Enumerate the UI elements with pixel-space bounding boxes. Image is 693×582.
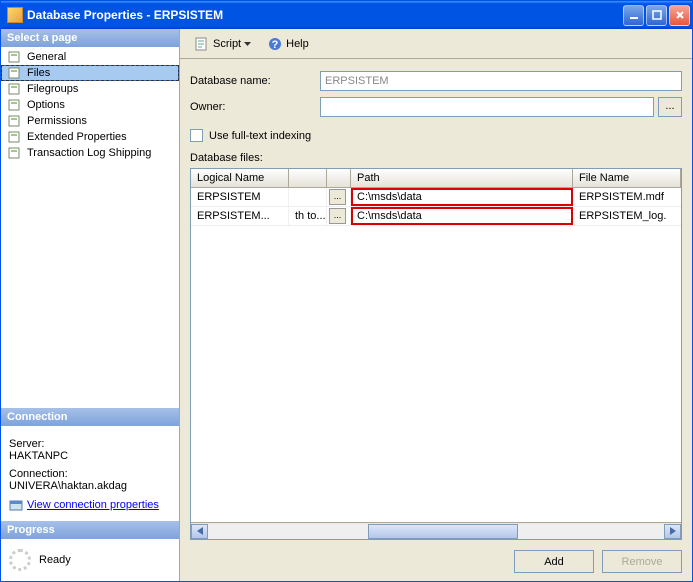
cell-filename[interactable]: ERPSISTEM.mdf (573, 191, 681, 203)
progress-spinner-icon (9, 549, 31, 571)
fulltext-label: Use full-text indexing (209, 130, 311, 142)
sidebar: Select a page General Files Filegroups O… (1, 29, 179, 581)
page-icon (7, 66, 23, 80)
sidebar-item-label: Files (27, 67, 50, 79)
cell-path[interactable]: C:\msds\data (351, 207, 573, 225)
main-panel: Script ? Help Database name: Owner: ... (179, 29, 692, 581)
page-icon (7, 82, 23, 96)
scroll-right-button[interactable] (664, 524, 681, 539)
fulltext-row: Use full-text indexing (190, 129, 682, 142)
server-value: HAKTANPC (9, 450, 171, 462)
script-label: Script (213, 38, 241, 50)
cell-filename[interactable]: ERPSISTEM_log. (573, 210, 681, 222)
view-connection-label: View connection properties (27, 499, 159, 511)
sidebar-item-filegroups[interactable]: Filegroups (1, 81, 179, 97)
page-icon (7, 50, 23, 64)
dbname-label: Database name: (190, 75, 320, 87)
page-icon (7, 130, 23, 144)
sidebar-item-options[interactable]: Options (1, 97, 179, 113)
minimize-button[interactable] (623, 5, 644, 26)
col-spacer2[interactable] (327, 169, 351, 187)
scroll-track[interactable] (208, 524, 664, 539)
select-page-header: Select a page (1, 29, 179, 47)
connection-value: UNIVERA\haktan.akdag (9, 480, 171, 492)
progress-status: Ready (39, 554, 71, 566)
progress-header: Progress (1, 521, 179, 539)
col-path[interactable]: Path (351, 169, 573, 187)
owner-row: Owner: ... (190, 97, 682, 117)
maximize-button[interactable] (646, 5, 667, 26)
view-connection-properties-link[interactable]: View connection properties (9, 498, 159, 512)
cell-path[interactable]: C:\msds\data (351, 188, 573, 206)
titlebar[interactable]: Database Properties - ERPSISTEM (1, 1, 692, 29)
connection-block: Server: HAKTANPC Connection: UNIVERA\hak… (1, 426, 179, 521)
fulltext-checkbox[interactable] (190, 129, 203, 142)
help-icon: ? (267, 36, 283, 52)
properties-icon (9, 498, 23, 512)
autogrow-browse-button[interactable]: ... (329, 208, 346, 224)
sidebar-item-label: General (27, 51, 66, 63)
table-row[interactable]: ERPSISTEM... th to... ... C:\msds\data E… (191, 207, 681, 226)
owner-field[interactable] (320, 97, 654, 117)
sidebar-item-permissions[interactable]: Permissions (1, 113, 179, 129)
table-row[interactable]: ERPSISTEM ... C:\msds\data ERPSISTEM.mdf (191, 188, 681, 207)
sidebar-item-transaction-log-shipping[interactable]: Transaction Log Shipping (1, 145, 179, 161)
sidebar-item-extended-properties[interactable]: Extended Properties (1, 129, 179, 145)
sidebar-item-label: Permissions (27, 115, 87, 127)
scroll-thumb[interactable] (368, 524, 518, 539)
owner-label: Owner: (190, 101, 320, 113)
col-logical-name[interactable]: Logical Name (191, 169, 289, 187)
script-icon (194, 36, 210, 52)
connection-label: Connection: (9, 468, 171, 480)
help-button[interactable]: ? Help (261, 34, 315, 54)
progress-block: Ready (1, 539, 179, 581)
window-title: Database Properties - ERPSISTEM (27, 8, 621, 22)
server-label: Server: (9, 438, 171, 450)
database-files-grid: Logical Name Path File Name ERPSISTEM ..… (190, 168, 682, 540)
window: Database Properties - ERPSISTEM Select a… (0, 0, 693, 582)
help-label: Help (286, 38, 309, 50)
col-filename[interactable]: File Name (573, 169, 681, 187)
bottom-buttons: Add Remove (190, 540, 682, 573)
content: Database name: Owner: ... Use full-text … (180, 59, 692, 581)
remove-button: Remove (602, 550, 682, 573)
svg-text:?: ? (272, 39, 279, 51)
connection-header: Connection (1, 408, 179, 426)
cell-autogrow[interactable] (289, 188, 327, 206)
script-button[interactable]: Script (188, 34, 257, 54)
sidebar-item-label: Filegroups (27, 83, 78, 95)
sidebar-item-files[interactable]: Files (1, 65, 179, 81)
database-files-label: Database files: (190, 152, 682, 164)
toolbar: Script ? Help (180, 29, 692, 59)
cell-autogrow[interactable]: th to... (289, 207, 327, 225)
page-icon (7, 98, 23, 112)
cell-logical[interactable]: ERPSISTEM... (191, 207, 289, 225)
scroll-left-button[interactable] (191, 524, 208, 539)
sidebar-item-general[interactable]: General (1, 49, 179, 65)
horizontal-scrollbar[interactable] (191, 522, 681, 539)
grid-header: Logical Name Path File Name (191, 169, 681, 188)
dbname-field (320, 71, 682, 91)
autogrow-browse-button[interactable]: ... (329, 189, 346, 205)
window-body: Select a page General Files Filegroups O… (1, 29, 692, 581)
grid-body: ERPSISTEM ... C:\msds\data ERPSISTEM.mdf… (191, 188, 681, 226)
dbname-row: Database name: (190, 71, 682, 91)
add-button[interactable]: Add (514, 550, 594, 573)
col-spacer[interactable] (289, 169, 327, 187)
sidebar-item-label: Options (27, 99, 65, 111)
page-icon (7, 146, 23, 160)
sidebar-item-label: Extended Properties (27, 131, 127, 143)
close-button[interactable] (669, 5, 690, 26)
sidebar-item-label: Transaction Log Shipping (27, 147, 151, 159)
owner-browse-button[interactable]: ... (658, 97, 682, 117)
cell-logical[interactable]: ERPSISTEM (191, 188, 289, 206)
app-icon (7, 7, 23, 23)
page-icon (7, 114, 23, 128)
page-list: General Files Filegroups Options Permiss… (1, 47, 179, 163)
chevron-down-icon (244, 42, 251, 46)
